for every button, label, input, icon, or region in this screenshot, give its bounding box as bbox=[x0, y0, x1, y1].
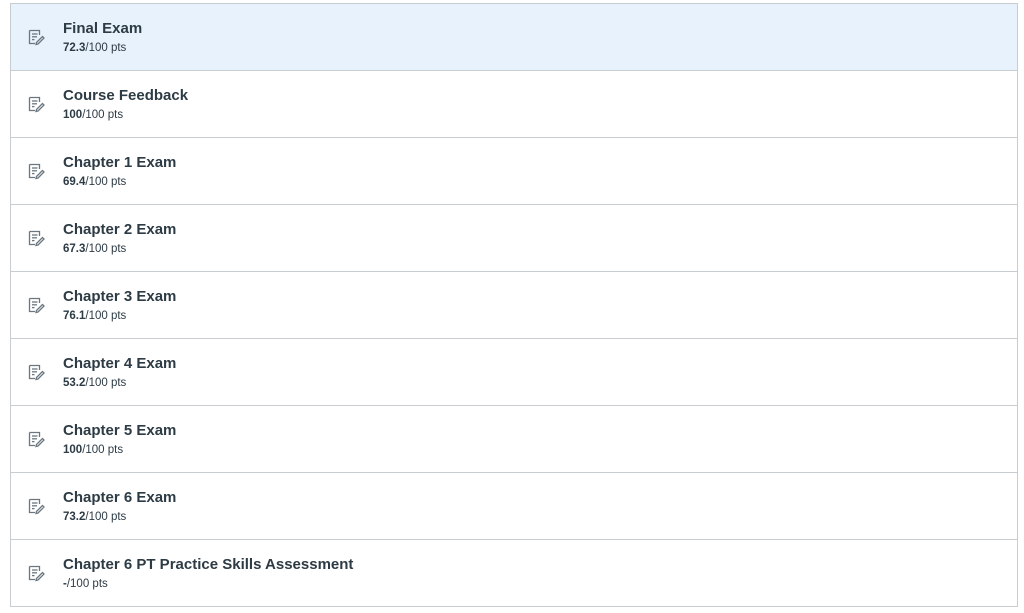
quiz-icon bbox=[27, 497, 45, 515]
quiz-icon bbox=[27, 28, 45, 46]
quiz-icon bbox=[27, 564, 45, 582]
assignment-title[interactable]: Chapter 2 Exam bbox=[63, 221, 176, 238]
quiz-icon bbox=[27, 162, 45, 180]
assignment-row[interactable]: Course Feedback 100/100 pts bbox=[11, 71, 1017, 138]
assignment-score: 67.3/100 pts bbox=[63, 243, 126, 255]
assignment-title[interactable]: Chapter 6 PT Practice Skills Assessment bbox=[63, 556, 353, 573]
assignment-title[interactable]: Chapter 5 Exam bbox=[63, 422, 176, 439]
score-possible: /100 pts bbox=[85, 310, 127, 322]
quiz-icon bbox=[27, 95, 45, 113]
score-earned: 67.3 bbox=[63, 243, 86, 255]
quiz-icon bbox=[27, 430, 45, 448]
quiz-icon bbox=[27, 363, 45, 381]
assignment-row[interactable]: Chapter 1 Exam 69.4/100 pts bbox=[11, 138, 1017, 205]
assignment-row[interactable]: Chapter 3 Exam 76.1/100 pts bbox=[11, 272, 1017, 339]
score-possible: /100 pts bbox=[85, 511, 127, 523]
score-earned: 100 bbox=[63, 109, 83, 121]
assignment-score: 100/100 pts bbox=[63, 444, 123, 456]
score-earned: 69.4 bbox=[63, 176, 86, 188]
score-earned: 53.2 bbox=[63, 377, 86, 389]
assignment-row[interactable]: Chapter 6 Exam 73.2/100 pts bbox=[11, 473, 1017, 540]
assignment-score: 69.4/100 pts bbox=[63, 176, 126, 188]
assignment-title[interactable]: Course Feedback bbox=[63, 87, 188, 104]
assignment-title[interactable]: Chapter 3 Exam bbox=[63, 288, 176, 305]
score-possible: /100 pts bbox=[85, 377, 127, 389]
score-earned: 100 bbox=[63, 444, 83, 456]
score-possible: /100 pts bbox=[85, 176, 127, 188]
score-possible: /100 pts bbox=[82, 444, 124, 456]
assignment-row[interactable]: Chapter 6 PT Practice Skills Assessment … bbox=[11, 540, 1017, 607]
score-possible: /100 pts bbox=[85, 243, 127, 255]
assignment-score: 76.1/100 pts bbox=[63, 310, 126, 322]
assignment-score: -/100 pts bbox=[63, 578, 108, 590]
score-earned: 73.2 bbox=[63, 511, 86, 523]
assignment-title[interactable]: Chapter 4 Exam bbox=[63, 355, 176, 372]
assignment-score: 73.2/100 pts bbox=[63, 511, 126, 523]
quiz-icon bbox=[27, 229, 45, 247]
assignment-score: 100/100 pts bbox=[63, 109, 123, 121]
score-possible: /100 pts bbox=[66, 578, 108, 590]
score-earned: 76.1 bbox=[63, 310, 86, 322]
assignment-title[interactable]: Chapter 1 Exam bbox=[63, 154, 176, 171]
score-earned: 72.3 bbox=[63, 42, 86, 54]
assignment-score: 72.3/100 pts bbox=[63, 42, 126, 54]
assignment-list: Final Exam 72.3/100 pts Course Feedback … bbox=[10, 3, 1018, 607]
assignment-score: 53.2/100 pts bbox=[63, 377, 126, 389]
assignment-row[interactable]: Chapter 5 Exam 100/100 pts bbox=[11, 406, 1017, 473]
assignment-row[interactable]: Final Exam 72.3/100 pts bbox=[11, 4, 1017, 71]
assignment-row[interactable]: Chapter 4 Exam 53.2/100 pts bbox=[11, 339, 1017, 406]
assignment-title[interactable]: Chapter 6 Exam bbox=[63, 489, 176, 506]
score-possible: /100 pts bbox=[85, 42, 127, 54]
quiz-icon bbox=[27, 296, 45, 314]
assignment-title[interactable]: Final Exam bbox=[63, 20, 142, 37]
score-possible: /100 pts bbox=[82, 109, 124, 121]
assignment-row[interactable]: Chapter 2 Exam 67.3/100 pts bbox=[11, 205, 1017, 272]
